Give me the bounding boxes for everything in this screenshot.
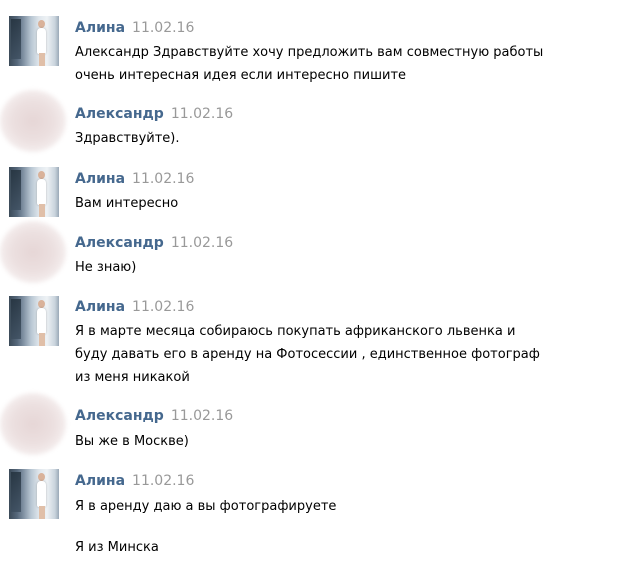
message-text: Вам интересно (75, 192, 615, 215)
message-line: Не знаю) (75, 260, 137, 275)
message-date: 11.02.16 (132, 473, 195, 489)
author-name-link[interactable]: Александр (75, 106, 164, 122)
avatar-alina[interactable] (9, 16, 59, 66)
message-date: 11.02.16 (170, 106, 234, 122)
message-text: Вы же в Москве) (75, 430, 615, 453)
message-line: Вам интересно (75, 196, 179, 211)
avatar-aleksandr-blurred[interactable] (0, 221, 66, 283)
message-header: Алина 11.02.16 (75, 472, 194, 490)
message-line: Я из Минска (75, 540, 159, 555)
message-text: Александр Здравствуйте хочу предложить в… (75, 41, 615, 87)
message-date: 11.02.16 (132, 299, 195, 315)
message-date: 11.02.16 (132, 171, 195, 187)
message-date: 11.02.16 (170, 235, 234, 251)
message-line: Здравствуйте). (75, 131, 180, 146)
message-line: из меня никакой (75, 370, 190, 385)
message-text: Здравствуйте). (75, 127, 615, 150)
author-name-link[interactable]: Александр (75, 235, 164, 251)
message-text: Я в аренду даю а вы фотографируете Я из … (75, 495, 615, 559)
message-header: Александр 11.02.16 (75, 407, 233, 425)
message-date: 11.02.16 (170, 408, 234, 424)
message-line: Я в аренду даю а вы фотографируете (75, 499, 337, 514)
message-header: Александр 11.02.16 (75, 105, 233, 123)
author-name-link[interactable]: Алина (75, 473, 125, 489)
avatar-aleksandr-blurred[interactable] (0, 90, 66, 152)
author-name-link[interactable]: Алина (75, 20, 125, 36)
message-header: Александр 11.02.16 (75, 234, 233, 252)
message-line: Александр Здравствуйте хочу предложить в… (75, 45, 544, 60)
author-name-link[interactable]: Александр (75, 408, 164, 424)
message-header: Алина 11.02.16 (75, 19, 194, 37)
message-text: Не знаю) (75, 256, 615, 279)
message-text: Я в марте месяца собираюсь покупать афри… (75, 320, 615, 389)
avatar-alina[interactable] (9, 296, 59, 346)
message-header: Алина 11.02.16 (75, 298, 194, 316)
message-line: очень интересная идея если интересно пиш… (75, 68, 407, 83)
author-name-link[interactable]: Алина (75, 299, 125, 315)
message-date: 11.02.16 (132, 20, 195, 36)
message-line: Вы же в Москве) (75, 434, 189, 449)
message-line: буду давать его в аренду на Фотосессии ,… (75, 347, 540, 362)
author-name-link[interactable]: Алина (75, 171, 125, 187)
message-header: Алина 11.02.16 (75, 170, 194, 188)
avatar-aleksandr-blurred[interactable] (0, 393, 66, 455)
avatar-alina[interactable] (9, 469, 59, 519)
message-line-blank (75, 518, 615, 536)
message-line: Я в марте месяца собираюсь покупать афри… (75, 324, 516, 339)
avatar-alina[interactable] (9, 167, 59, 217)
